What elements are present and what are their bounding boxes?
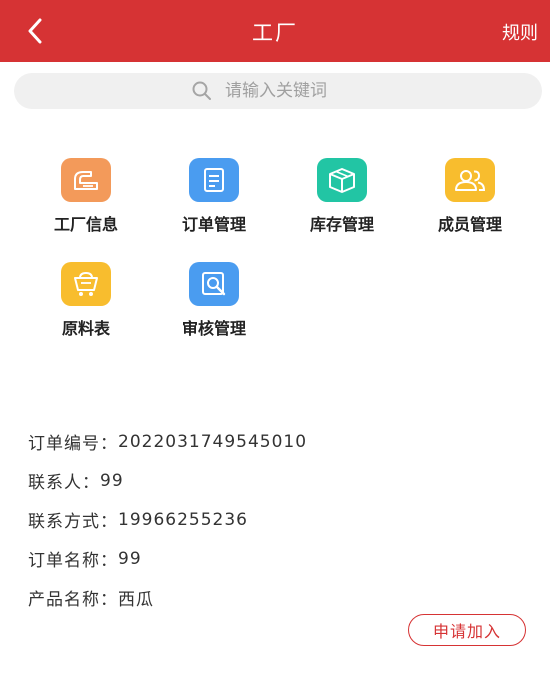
menu-label: 成员管理 [437, 215, 502, 234]
phone-value: 19966255236 [118, 509, 248, 530]
search-input[interactable] [225, 81, 365, 101]
menu-label: 库存管理 [309, 215, 374, 234]
top-bar: 工厂 规则 [0, 0, 550, 62]
order-name-value: 99 [118, 548, 142, 569]
page-title: 工厂 [252, 21, 298, 45]
contact-value: 99 [100, 470, 124, 491]
menu-label: 原料表 [61, 319, 110, 338]
phone-label: 联系方式： [28, 512, 118, 532]
order-info: 订单编号： 2022031749545010 联系人： 99 联系方式： 199… [28, 422, 307, 617]
product-name-row: 产品名称： 西瓜 [28, 578, 307, 617]
menu-item-inventory-management[interactable]: 库存管理 [282, 158, 402, 235]
order-number-label: 订单编号： [28, 434, 118, 454]
order-name-row: 订单名称： 99 [28, 539, 307, 578]
box-icon [317, 158, 367, 202]
menu-label: 审核管理 [181, 319, 246, 338]
menu-item-member-management[interactable]: 成员管理 [410, 158, 530, 235]
document-icon [189, 158, 239, 202]
order-name-label: 订单名称： [28, 551, 118, 571]
menu-item-raw-materials[interactable]: 原料表 [26, 262, 146, 339]
factory-icon [61, 158, 111, 202]
menu-label: 工厂信息 [53, 215, 118, 234]
menu-item-factory-info[interactable]: 工厂信息 [26, 158, 146, 235]
contact-label: 联系人： [28, 473, 100, 493]
order-number-row: 订单编号： 2022031749545010 [28, 422, 307, 461]
users-icon [445, 158, 495, 202]
product-name-value: 西瓜 [118, 590, 154, 610]
menu-item-review-management[interactable]: 审核管理 [154, 262, 274, 339]
menu-label: 订单管理 [181, 215, 246, 234]
product-name-label: 产品名称： [28, 590, 118, 610]
menu-item-order-management[interactable]: 订单管理 [154, 158, 274, 235]
rules-button[interactable]: 规则 [502, 19, 538, 45]
search-icon [192, 81, 211, 100]
cart-icon [61, 262, 111, 306]
contact-row: 联系人： 99 [28, 461, 307, 500]
phone-row: 联系方式： 19966255236 [28, 500, 307, 539]
apply-join-button[interactable]: 申请加入 [408, 614, 526, 646]
search-bar[interactable] [14, 73, 542, 109]
review-icon [189, 262, 239, 306]
order-number-value: 2022031749545010 [118, 431, 308, 452]
